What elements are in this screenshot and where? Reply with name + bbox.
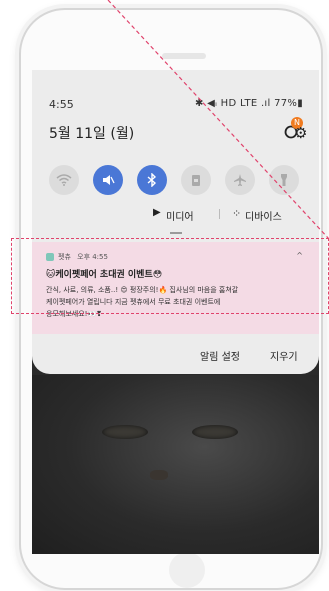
wifi-toggle[interactable] [49,165,79,195]
notification-body-line: 응모해보세요!👀❣ [46,310,103,318]
quick-toggles-row [32,165,319,195]
home-button[interactable] [169,552,205,588]
flashlight-icon [281,174,287,186]
phone-screen: 4:55 ✱ ◀ᵢ HD LTE .ıl 77%▮ 5월 11일 (월) N ⚙ [32,70,319,554]
status-icons: ✱ ◀ᵢ HD LTE .ıl 77%▮ [194,98,303,109]
speaker-grille [162,53,206,59]
lock-toggle[interactable] [181,165,211,195]
wallpaper-cat-eye [192,425,238,439]
quick-panel: 4:55 ✱ ◀ᵢ HD LTE .ıl 77%▮ 5월 11일 (월) N ⚙ [32,70,319,374]
notification-app-name: 펫츄 [58,253,71,261]
play-icon[interactable]: ▶ [153,207,161,218]
mute-icon [103,175,115,185]
drag-handle[interactable] [170,232,182,234]
notification-title: 🐱케이펫페어 초대권 이벤트😳 [46,270,163,280]
devices-label[interactable]: 디바이스 [245,208,282,223]
notification-header: 펫츄 오후 4:55 [46,252,108,262]
wallpaper-cat-nose [150,470,168,480]
status-time: 4:55 [49,98,74,111]
panel-date: 5월 11일 (월) [49,126,135,142]
media-label[interactable]: 미디어 [166,208,194,223]
devices-icon[interactable]: ⁘ [232,207,241,220]
airplane-toggle[interactable] [225,165,255,195]
divider [219,209,220,219]
chevron-up-icon[interactable]: ^ [296,251,303,260]
airplane-icon [234,174,246,186]
media-devices-row: ▶ 미디어 ⁘ 디바이스 [32,207,319,223]
flashlight-toggle[interactable] [269,165,299,195]
app-icon [46,253,54,261]
notification-time: 오후 4:55 [77,253,108,261]
notification-body: 간식, 사료, 의류, 소품..! 😍 펑장주의!🔥 집사님의 마음을 훔쳐갈 … [46,284,296,320]
bluetooth-toggle[interactable] [137,165,167,195]
cat-wallpaper [32,375,319,554]
notification-body-line: 케이펫페어가 열립니다 지금 펫츄에서 무료 초대권 이벤트에 [46,298,221,306]
clear-button[interactable]: 지우기 [270,348,298,363]
notification-card[interactable]: 펫츄 오후 4:55 ^ 🐱케이펫페어 초대권 이벤트😳 간식, 사료, 의류,… [32,242,319,334]
notification-settings-button[interactable]: 알림 설정 [200,348,240,363]
wallpaper-cat-eye [102,425,148,439]
gear-icon[interactable]: ⚙ [294,124,307,142]
notification-body-line: 간식, 사료, 의류, 소품..! 😍 펑장주의!🔥 집사님의 마음을 훔쳐갈 [46,286,239,294]
sound-toggle[interactable] [93,165,123,195]
wifi-icon [56,174,72,186]
screen-lock-icon [192,175,200,186]
bluetooth-icon [147,173,157,187]
